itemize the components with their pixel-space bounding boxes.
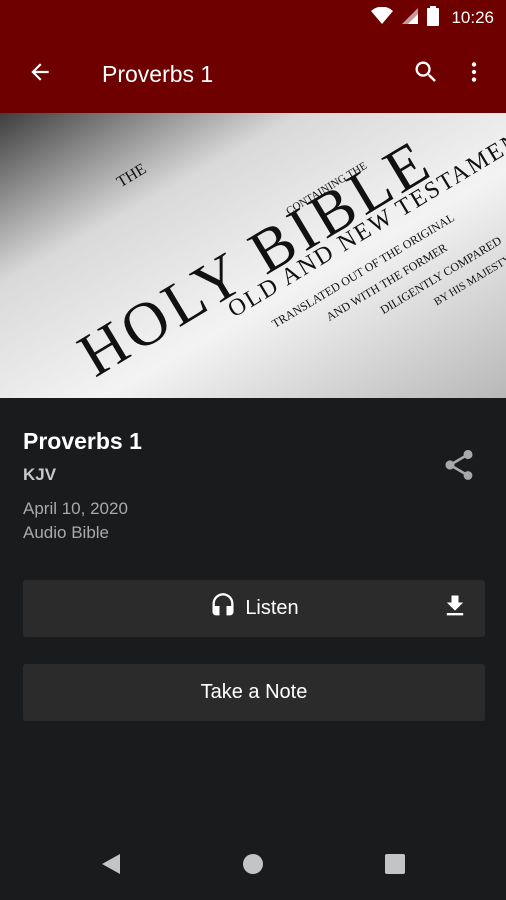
listen-label: Listen [245,597,299,619]
cell-signal-icon [401,7,419,30]
app-bar: 10:26 Proverbs 1 [0,0,506,113]
share-button[interactable] [436,444,482,490]
back-button[interactable] [10,45,70,105]
download-icon [441,592,469,625]
headphones-icon [209,592,237,625]
status-time: 10:26 [451,8,494,27]
search-button[interactable] [402,51,450,99]
toolbar: Proverbs 1 [0,36,506,113]
bible-version: KJV [23,465,57,484]
toolbar-title: Proverbs 1 [102,61,214,87]
hero-image: THE HOLY BIBLE CONTAINING THE OLD AND NE… [0,113,506,398]
media-title: Proverbs 1 [23,428,142,454]
circle-home-icon [241,852,265,881]
system-nav-bar [0,832,506,900]
nav-recents-button[interactable] [375,846,415,886]
nav-back-button[interactable] [91,846,131,886]
share-icon [441,447,477,488]
square-recents-icon [384,853,406,880]
overflow-menu-button[interactable] [450,51,498,99]
triangle-back-icon [100,852,122,881]
media-info: Proverbs 1 KJV April 10, 2020 Audio Bibl… [23,428,423,543]
take-note-label: Take a Note [200,681,308,703]
download-button[interactable] [437,590,473,626]
listen-button[interactable]: Listen [23,580,485,637]
nav-home-button[interactable] [233,846,273,886]
status-bar: 10:26 [0,0,506,36]
media-category: Audio Bible [23,523,110,542]
wifi-icon [371,6,394,30]
arrow-back-icon [27,59,53,90]
search-icon [412,58,440,91]
take-note-button[interactable]: Take a Note [23,664,485,721]
publish-date: April 10, 2020 [23,499,128,518]
battery-icon [427,5,440,31]
more-vert-icon [461,59,487,90]
